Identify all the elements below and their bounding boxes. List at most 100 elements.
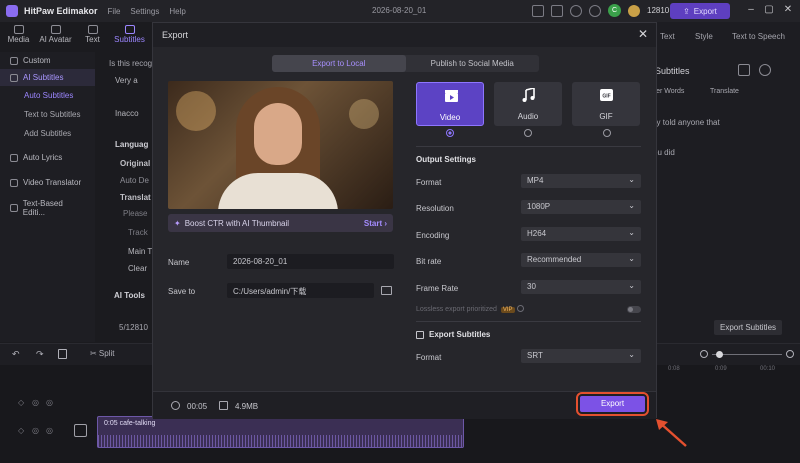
track-lock-icon[interactable]: ◇ <box>18 398 24 407</box>
translate-button[interactable]: Translate <box>710 88 739 95</box>
avatar[interactable]: C <box>608 4 621 17</box>
export-subtitles-button[interactable]: Export Subtitles <box>714 320 783 335</box>
delete-icon[interactable] <box>58 349 67 359</box>
layout-icon[interactable] <box>532 4 544 17</box>
sidebar-item-label: AI Subtitles <box>23 73 64 82</box>
tab-text-to-speech[interactable]: Text to Speech <box>732 32 785 41</box>
sidebar-item-custom[interactable]: Custom <box>0 52 95 69</box>
zoom-in-icon[interactable] <box>786 350 794 358</box>
sidebar-item-text-to-subtitles[interactable]: Text to Subtitles <box>0 105 95 124</box>
ruler-tick: 0:08 <box>668 366 680 372</box>
help-icon[interactable] <box>589 4 601 17</box>
format-card-audio[interactable]: Audio <box>494 82 562 126</box>
ai-subtitles-icon <box>10 73 18 82</box>
sidebar-item-video-translator[interactable]: Video Translator <box>0 174 95 191</box>
name-input[interactable]: 2026-08-20_01 <box>227 254 394 269</box>
redo-icon[interactable]: ↷ <box>36 349 44 360</box>
main-track-option[interactable]: Main T <box>128 247 152 256</box>
close-icon[interactable]: ✕ <box>638 27 648 41</box>
download-icon[interactable] <box>570 4 582 17</box>
subtitle-line[interactable]: lly told anyone that <box>653 118 720 127</box>
tab-text[interactable]: Text <box>74 22 111 50</box>
track-mute-icon[interactable]: ◎ <box>46 426 53 435</box>
clip-label: 0:05 cafe-talking <box>104 420 156 427</box>
tab-ai-avatar-label: AI Avatar <box>39 35 72 44</box>
format-radio-gif[interactable] <box>603 129 611 137</box>
tab-subtitles-label: Subtitles <box>114 35 145 44</box>
setting-label-encoding: Encoding <box>416 231 450 240</box>
top-export-label: Export <box>693 6 717 16</box>
subtitle-edit-icon[interactable] <box>738 64 750 76</box>
video-clip[interactable]: 0:05 cafe-talking <box>97 416 464 448</box>
subtitle-settings-icon[interactable] <box>759 64 771 76</box>
filler-words-button[interactable]: ller Words <box>653 88 684 95</box>
feedback-very[interactable]: Very a <box>115 76 138 85</box>
folder-icon[interactable] <box>381 286 392 295</box>
menu-file[interactable]: File <box>108 7 121 16</box>
ai-tools-heading: AI Tools <box>114 291 145 300</box>
split-button[interactable]: ✂ Split <box>90 349 115 358</box>
format-card-video[interactable]: Video <box>416 82 484 126</box>
top-export-button[interactable]: ⇪ Export <box>670 3 730 19</box>
feedback-inaccurate[interactable]: Inacco <box>115 109 139 118</box>
track-option[interactable]: Track <box>128 228 148 237</box>
zoom-out-icon[interactable] <box>700 350 708 358</box>
save-to-label: Save to <box>168 287 196 296</box>
ruler-tick: 0:09 <box>715 366 727 372</box>
format-select[interactable]: MP4 ⌄ <box>521 174 641 188</box>
tab-media[interactable]: Media <box>0 22 37 50</box>
info-icon[interactable] <box>516 305 524 312</box>
tab-publish-to-social[interactable]: Publish to Social Media <box>406 55 540 72</box>
format-card-gif[interactable]: GIF GIF <box>572 82 640 126</box>
tab-media-label: Media <box>7 35 30 44</box>
boost-start-button[interactable]: Start › <box>364 219 387 228</box>
save-path-input[interactable]: C:/Users/admin/下载 <box>227 283 374 298</box>
sidebar-item-label: Text-Based Editi... <box>22 199 63 217</box>
sidebar-item-add-subtitles[interactable]: Add Subtitles <box>0 124 95 143</box>
chevron-down-icon: ⌄ <box>628 281 635 290</box>
export-button[interactable]: Export <box>576 392 649 416</box>
lossless-toggle[interactable] <box>627 306 641 313</box>
tab-style[interactable]: Style <box>695 32 713 41</box>
menu-help[interactable]: Help <box>169 7 185 16</box>
menu-settings[interactable]: Settings <box>130 7 159 16</box>
format-radio-video[interactable] <box>446 129 454 137</box>
close-window-icon[interactable]: ✕ <box>781 3 795 17</box>
annotation-arrow-icon <box>656 419 687 447</box>
sidebar-item-auto-lyrics[interactable]: Auto Lyrics <box>0 149 95 166</box>
translate-select[interactable]: Please <box>123 209 147 218</box>
export-destination-tabs: Export to Local Publish to Social Media <box>272 55 539 72</box>
custom-icon <box>10 56 18 65</box>
bitrate-select[interactable]: Recommended ⌄ <box>521 253 641 267</box>
track-visibility-icon[interactable]: ◎ <box>32 398 39 407</box>
clear-option[interactable]: Clear <box>128 264 147 273</box>
maximize-icon[interactable]: ▢ <box>762 3 776 17</box>
keyboard-icon[interactable] <box>551 4 563 17</box>
credits-coin-icon <box>628 4 640 17</box>
zoom-slider-handle[interactable] <box>716 351 723 358</box>
track-lock-icon[interactable]: ◇ <box>18 426 24 435</box>
boost-ctr-banner[interactable]: ✦ Boost CTR with AI Thumbnail Start › <box>168 214 393 232</box>
encoding-select[interactable]: H264 ⌄ <box>521 227 641 241</box>
minimize-icon[interactable]: – <box>744 3 758 17</box>
chevron-down-icon: ⌄ <box>628 201 635 210</box>
track-visibility-icon[interactable]: ◎ <box>32 426 39 435</box>
track-mute-icon[interactable]: ◎ <box>46 398 53 407</box>
tab-text-prop[interactable]: Text <box>660 32 675 41</box>
subtitle-format-select[interactable]: SRT ⌄ <box>521 349 641 363</box>
undo-icon[interactable]: ↶ <box>12 349 20 360</box>
original-label: Original <box>120 159 151 168</box>
sidebar-item-ai-subtitles[interactable]: AI Subtitles <box>0 69 95 86</box>
setting-label-bitrate: Bit rate <box>416 257 442 266</box>
replace-media-icon[interactable] <box>74 424 87 437</box>
framerate-select[interactable]: 30 ⌄ <box>521 280 641 294</box>
sidebar-item-text-based-editing[interactable]: Text-Based Editi... <box>0 195 95 221</box>
resolution-select[interactable]: 1080P ⌄ <box>521 200 641 214</box>
tab-subtitles[interactable]: Subtitles <box>111 22 148 50</box>
tab-ai-avatar[interactable]: AI Avatar <box>37 22 74 50</box>
tab-export-to-local[interactable]: Export to Local <box>272 55 406 72</box>
export-subtitles-checkbox[interactable] <box>416 331 424 339</box>
sidebar-item-auto-subtitles[interactable]: Auto Subtitles <box>0 86 95 105</box>
auto-detect-select[interactable]: Auto De <box>120 176 149 185</box>
format-radio-audio[interactable] <box>524 129 532 137</box>
